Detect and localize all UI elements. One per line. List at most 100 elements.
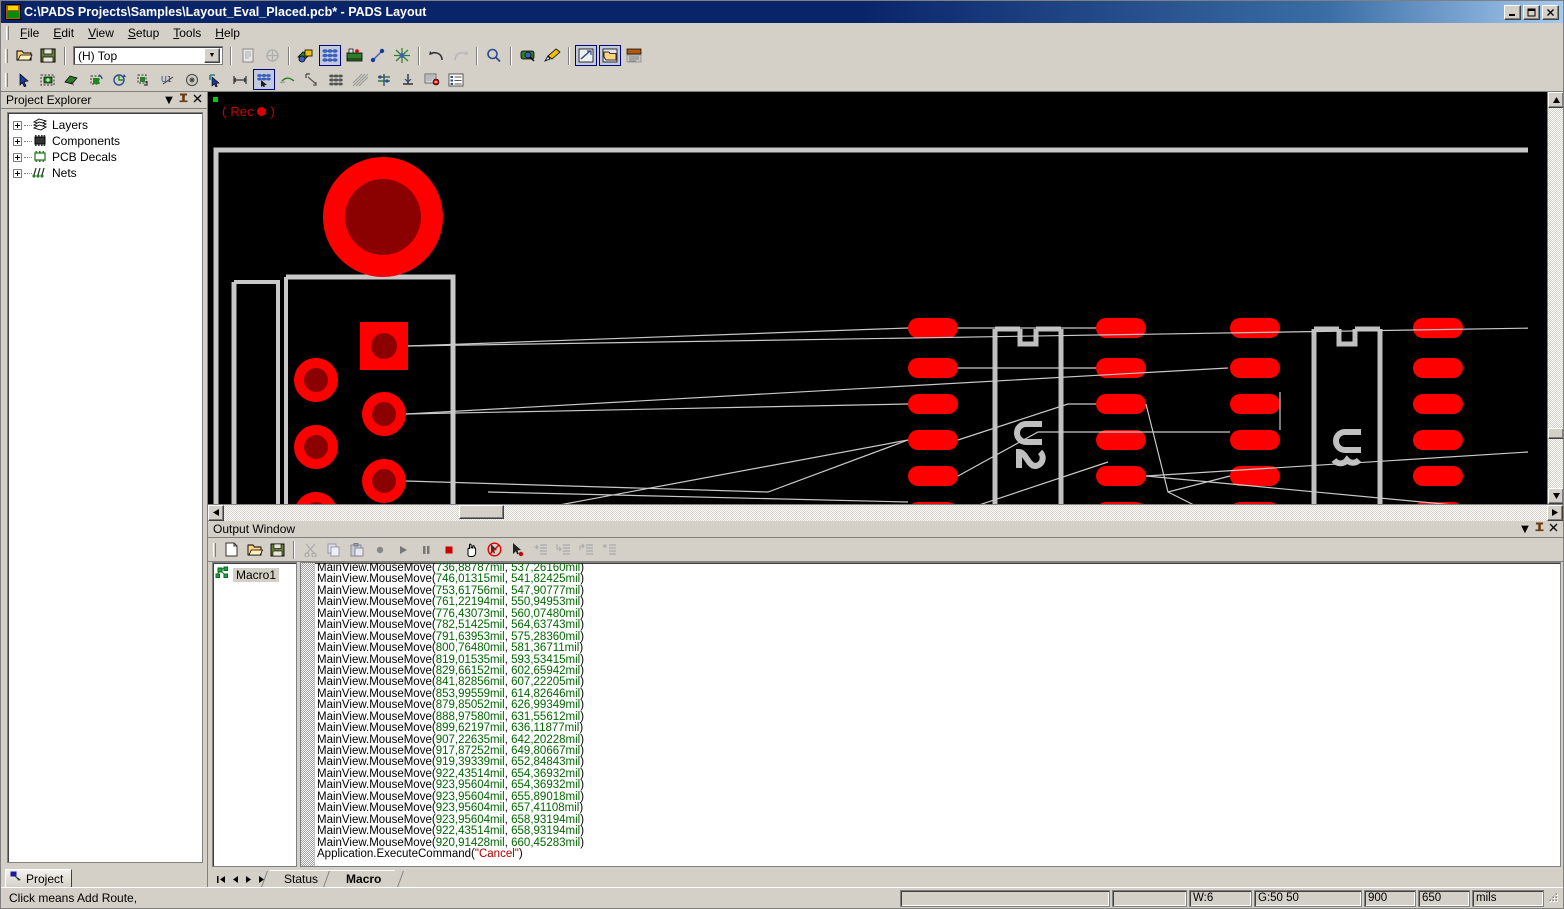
layer-color-icon[interactable] [295,45,317,66]
cluster-icon[interactable] [181,69,203,90]
save-file-icon[interactable] [37,45,59,66]
tree-item-nets[interactable]: Nets [8,165,202,181]
hscroll-thumb[interactable] [459,504,504,519]
no-record-mouse-icon[interactable] [484,540,505,560]
add-route-icon[interactable] [253,69,275,90]
chevron-down-icon[interactable]: ▼ [204,48,220,63]
save-macro-icon[interactable] [267,540,288,560]
close-button[interactable] [1542,4,1559,20]
menu-view[interactable]: View [81,24,121,42]
split-plane-icon[interactable] [391,45,413,66]
dynamic-route-icon[interactable] [277,69,299,90]
swap-pins-icon[interactable]: U1 [157,69,179,90]
pads-router-icon[interactable] [575,45,597,66]
pads-3d-icon[interactable] [623,45,645,66]
menu-setup[interactable]: Setup [121,24,166,42]
close-icon[interactable] [1546,523,1560,535]
prev-tab-icon[interactable] [228,871,242,887]
menu-help[interactable]: Help [208,24,247,42]
highlight-brush-icon[interactable] [541,45,563,66]
vscroll-thumb[interactable] [1548,428,1563,439]
report-list-icon[interactable] [445,69,467,90]
macro-list-item[interactable]: Macro1 [215,566,296,583]
spin-icon[interactable] [109,69,131,90]
step-over-icon[interactable] [553,540,574,560]
undo-icon[interactable] [425,45,447,66]
scroll-left-button[interactable] [208,504,224,521]
canvas-horizontal-scrollbar[interactable] [208,504,1563,521]
menu-file[interactable]: File [13,24,46,42]
minimize-button[interactable] [1504,4,1521,20]
record-mouse-icon[interactable] [507,540,528,560]
record-icon[interactable] [369,540,390,560]
run-to-cursor-icon[interactable] [599,540,620,560]
copy-icon[interactable] [323,540,344,560]
paste-icon[interactable] [346,540,367,560]
menu-chevron-icon[interactable]: ▼ [1518,524,1532,535]
plane-icon[interactable] [325,69,347,90]
bus-route-icon[interactable] [301,69,323,90]
toolbar-sep-4 [418,46,420,65]
scroll-up-button[interactable] [1548,92,1563,108]
add-component-icon[interactable] [37,69,59,90]
play-icon[interactable] [392,540,413,560]
nudge-icon[interactable] [133,69,155,90]
report-icon[interactable] [237,45,259,66]
pause-icon[interactable] [415,540,436,560]
test-point-icon[interactable] [373,69,395,90]
menu-tools[interactable]: Tools [166,24,208,42]
route-icon[interactable] [367,45,389,66]
verify-design-icon[interactable] [421,69,443,90]
expander-icon[interactable] [13,168,22,178]
move-part-icon[interactable] [61,69,83,90]
hscroll-track[interactable] [224,504,1547,521]
menu-edit[interactable]: Edit [46,24,81,42]
tree-item-pcb-decals[interactable]: PCB Decals [8,149,202,165]
canvas-vertical-scrollbar[interactable] [1547,92,1563,504]
expander-icon[interactable] [13,152,22,162]
pin-icon[interactable] [1532,522,1546,536]
open-file-icon[interactable] [13,45,35,66]
expander-icon[interactable] [13,120,22,130]
stop-icon[interactable] [438,540,459,560]
vscroll-track[interactable] [1548,108,1563,488]
layer-select[interactable]: (H) Top ▼ [73,46,223,65]
scroll-down-button[interactable] [1548,488,1563,504]
select-arrow-icon[interactable] [13,69,35,90]
resize-grip-icon[interactable] [1547,891,1561,905]
redo-icon[interactable] [449,45,471,66]
drafting-toolbar-icon[interactable] [319,45,341,66]
hand-pan-icon[interactable] [461,540,482,560]
new-macro-icon[interactable] [221,540,242,560]
measure-icon[interactable] [229,69,251,90]
tree-item-components[interactable]: Components [8,133,202,149]
first-tab-icon[interactable] [214,871,228,887]
pcb-design-canvas[interactable]: ( Rec ) [208,92,1547,504]
zoom-icon[interactable] [483,45,505,66]
step-out-icon[interactable] [576,540,597,560]
macro-log-view[interactable]: MainView.MouseMove(736,88787mil, 537,261… [300,562,1561,867]
refresh-disabled-icon[interactable] [261,45,283,66]
tab-macro[interactable]: Macro [332,870,396,887]
tab-project[interactable]: Project [5,869,73,887]
scroll-right-button[interactable] [1547,504,1563,521]
menu-chevron-icon[interactable]: ▼ [162,95,176,106]
pads-logic-icon[interactable] [599,45,621,66]
next-tab-icon[interactable] [242,871,256,887]
expander-icon[interactable] [13,136,22,146]
view-icon[interactable] [517,45,539,66]
close-icon[interactable] [190,94,204,106]
pin-icon[interactable] [176,93,190,107]
via-icon[interactable] [397,69,419,90]
select-anything-icon[interactable] [205,69,227,90]
fanout-icon[interactable] [349,69,371,90]
macro-list[interactable]: Macro1 [212,562,297,867]
open-macro-icon[interactable] [244,540,265,560]
design-toolbar-icon[interactable] [343,45,365,66]
tree-item-layers[interactable]: Layers [8,117,202,133]
maximize-button[interactable] [1523,4,1540,20]
rotate-90-icon[interactable] [85,69,107,90]
step-into-icon[interactable] [530,540,551,560]
project-tree[interactable]: Layers Components PCB Decals Nets [7,112,203,863]
cut-icon[interactable] [300,540,321,560]
